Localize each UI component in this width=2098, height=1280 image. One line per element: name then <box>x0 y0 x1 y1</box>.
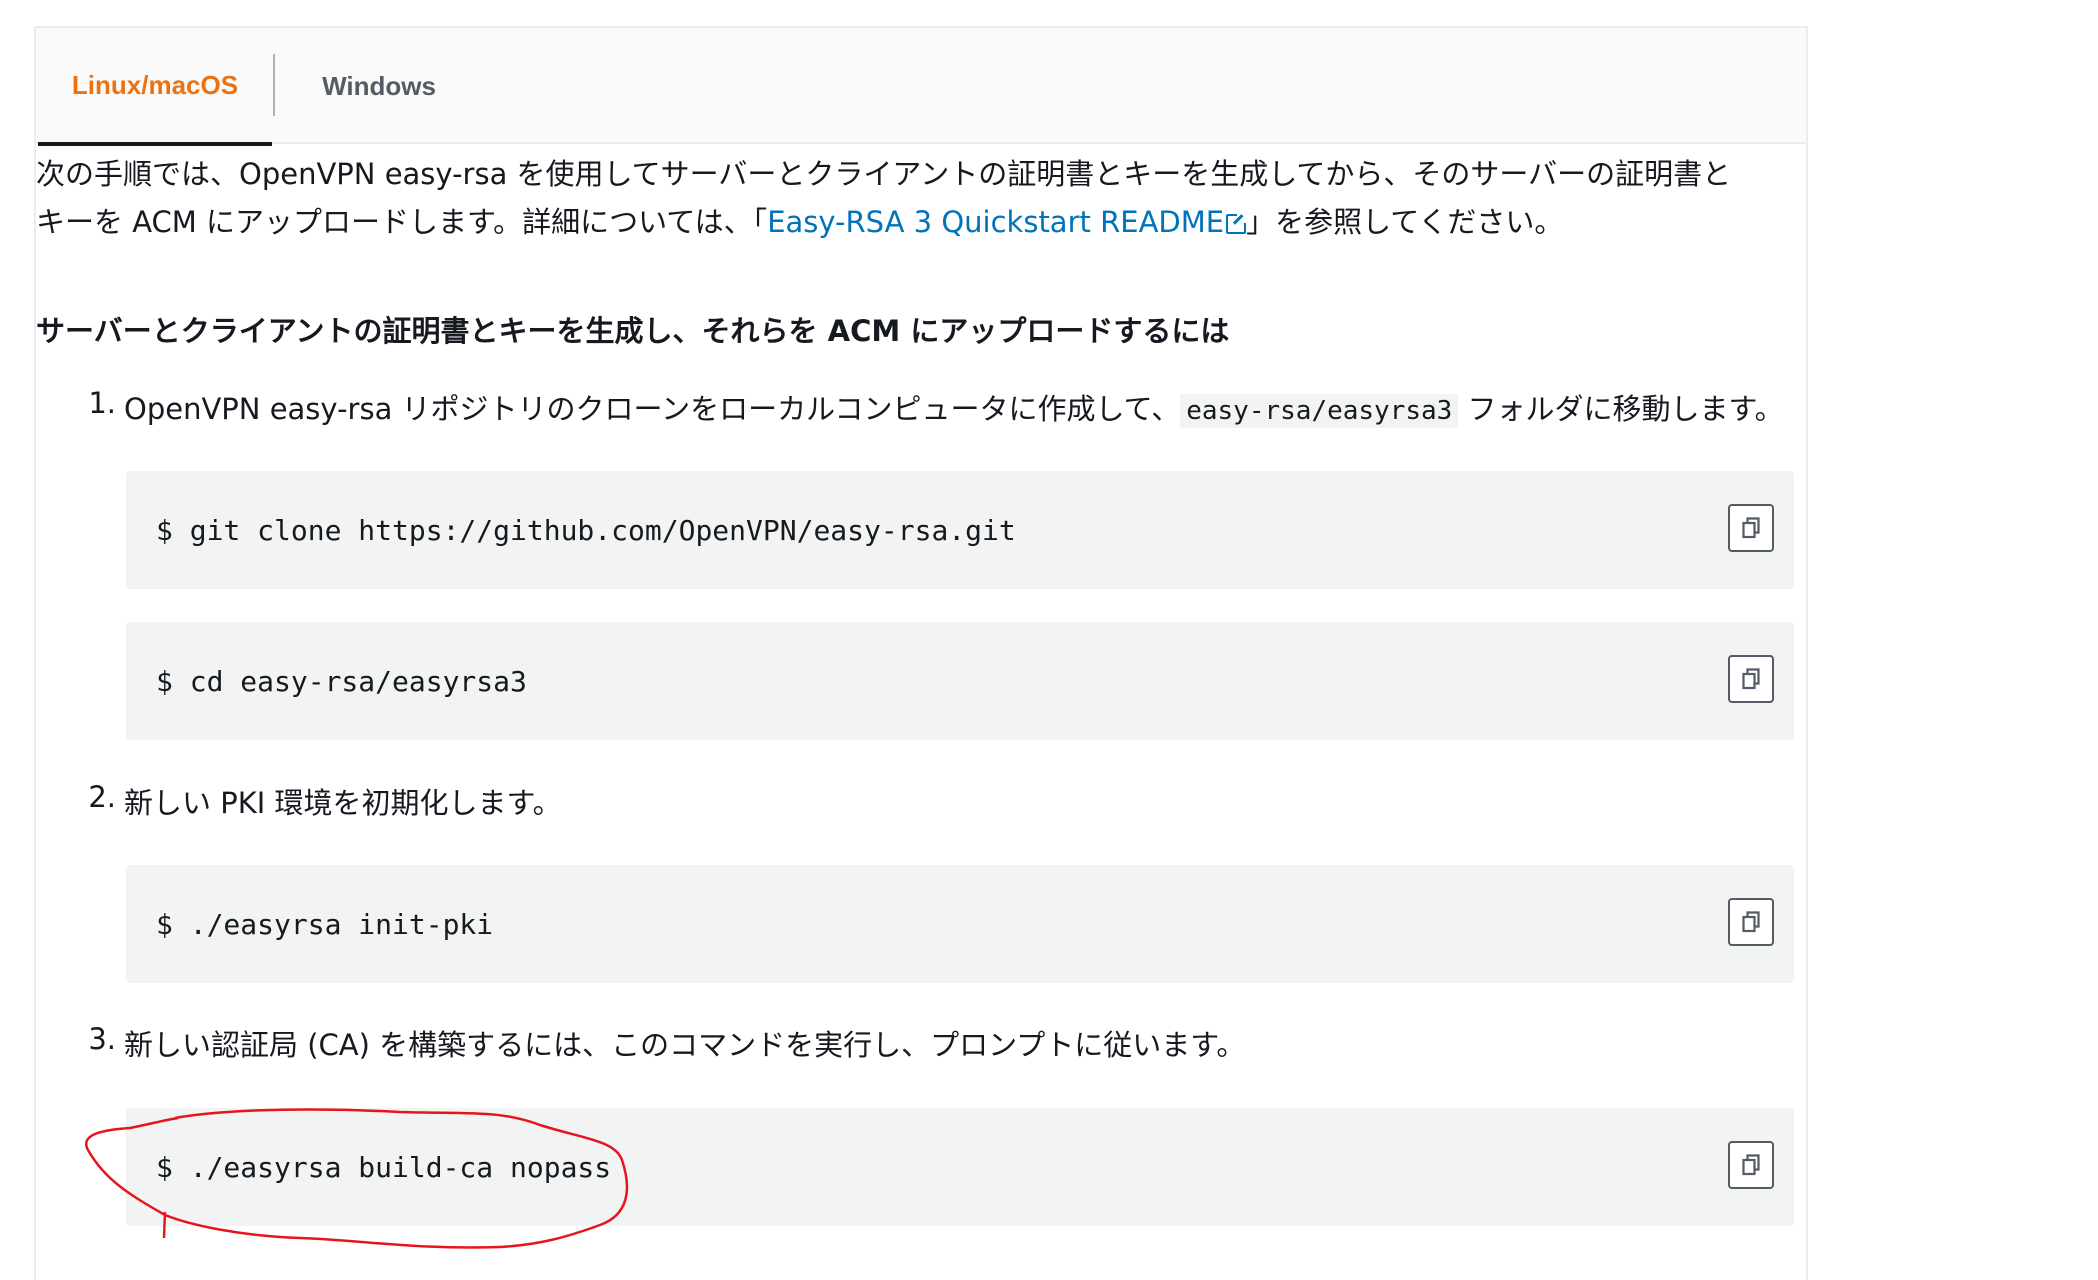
copy-icon <box>1742 517 1760 539</box>
procedure-heading: サーバーとクライアントの証明書とキーを生成し、それらを ACM にアップロードす… <box>36 314 1230 348</box>
easy-rsa-readme-link[interactable]: Easy-RSA 3 Quickstart README <box>767 205 1247 239</box>
tab-linux-macos[interactable]: Linux/macOS <box>38 28 272 146</box>
step-3-text: 新しい認証局 (CA) を構築するには、このコマンドを実行し、プロンプトに従いま… <box>124 1028 1246 1062</box>
copy-button[interactable] <box>1728 655 1774 703</box>
easy-rsa-readme-link-label: Easy-RSA 3 Quickstart README <box>767 205 1225 239</box>
copy-icon <box>1742 668 1760 690</box>
code-block-git-clone: $ git clone https://github.com/OpenVPN/e… <box>126 471 1794 589</box>
step-1: 1. OpenVPN easy-rsa リポジトリのクローンをローカルコンピュー… <box>88 386 1784 428</box>
code-init-pki[interactable]: $ ./easyrsa init-pki <box>156 865 493 983</box>
step-3: 3. 新しい認証局 (CA) を構築するには、このコマンドを実行し、プロンプトに… <box>88 1022 1246 1064</box>
code-block-init-pki: $ ./easyrsa init-pki <box>126 865 1794 983</box>
tab-linux-macos-label: Linux/macOS <box>71 69 239 100</box>
intro-text-end: 」を参照してください。 <box>1246 205 1564 239</box>
tab-windows-label: Windows <box>322 70 436 101</box>
copy-button[interactable] <box>1728 898 1774 946</box>
step-2: 2. 新しい PKI 環境を初期化します。 <box>88 780 562 822</box>
step-2-text: 新しい PKI 環境を初期化します。 <box>124 786 562 820</box>
os-tab-bar: Linux/macOS Windows <box>36 28 1806 146</box>
copy-icon <box>1742 1154 1760 1176</box>
copy-button[interactable] <box>1728 1141 1774 1189</box>
step-2-number: 2. <box>88 780 116 814</box>
step-1-inline-code: easy-rsa/easyrsa3 <box>1180 394 1459 428</box>
tab-windows[interactable]: Windows <box>276 28 482 144</box>
step-1-number: 1. <box>88 386 116 420</box>
intro-paragraph: 次の手順では、OpenVPN easy-rsa を使用してサーバーとクライアント… <box>36 150 1736 246</box>
copy-icon <box>1742 911 1760 933</box>
code-build-ca[interactable]: $ ./easyrsa build-ca nopass <box>156 1108 611 1226</box>
external-link-icon <box>1226 214 1247 234</box>
tab-divider <box>273 54 275 116</box>
step-1-text: OpenVPN easy-rsa リポジトリのクローンをローカルコンピュータに作… <box>124 392 1181 426</box>
step-1-text-end: フォルダに移動します。 <box>1458 392 1784 426</box>
code-block-cd: $ cd easy-rsa/easyrsa3 <box>126 622 1794 740</box>
code-cd[interactable]: $ cd easy-rsa/easyrsa3 <box>156 622 527 740</box>
step-3-number: 3. <box>88 1022 116 1056</box>
code-git-clone[interactable]: $ git clone https://github.com/OpenVPN/e… <box>156 471 1016 589</box>
code-block-build-ca: $ ./easyrsa build-ca nopass <box>126 1108 1794 1226</box>
main-content: 次の手順では、OpenVPN easy-rsa を使用してサーバーとクライアント… <box>36 150 1776 348</box>
copy-button[interactable] <box>1728 504 1774 552</box>
